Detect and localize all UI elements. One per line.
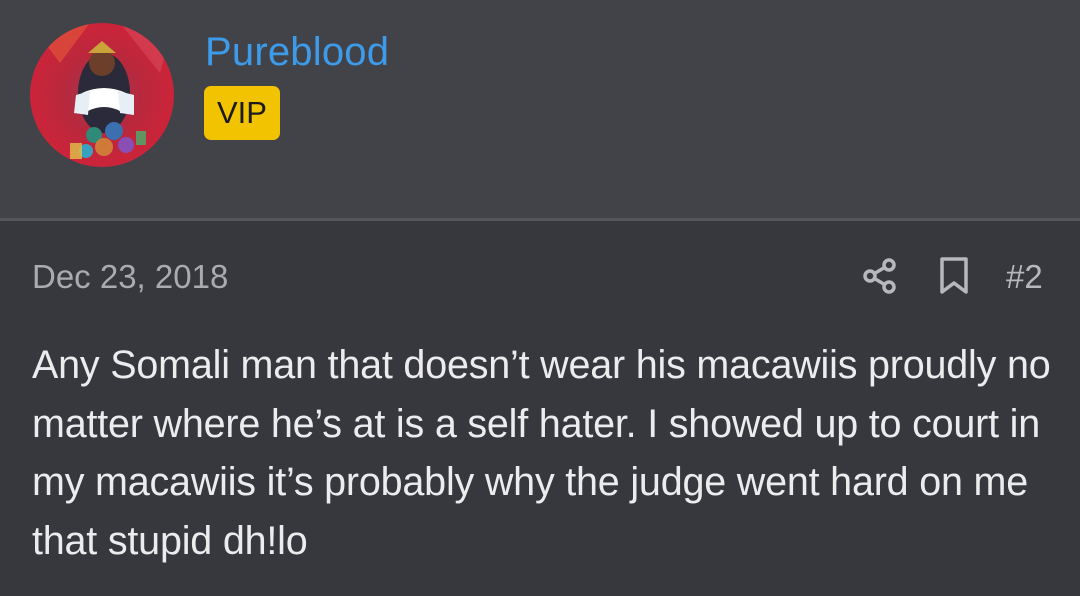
username[interactable]: Pureblood — [205, 30, 389, 74]
user-header: Pureblood VIP — [0, 0, 1080, 218]
divider — [0, 218, 1080, 221]
avatar-image — [30, 23, 174, 167]
avatar[interactable] — [30, 23, 174, 167]
post-container: Pureblood VIP Dec 23, 2018 #2 Any Somali… — [0, 0, 1080, 596]
post-number-link[interactable]: #2 — [1006, 258, 1043, 296]
post-body: Any Somali man that doesn’t wear his mac… — [32, 343, 1051, 563]
post-date[interactable]: Dec 23, 2018 — [32, 258, 228, 296]
share-icon[interactable] — [862, 257, 898, 295]
bookmark-icon[interactable] — [938, 256, 970, 296]
vip-badge: VIP — [204, 86, 280, 140]
